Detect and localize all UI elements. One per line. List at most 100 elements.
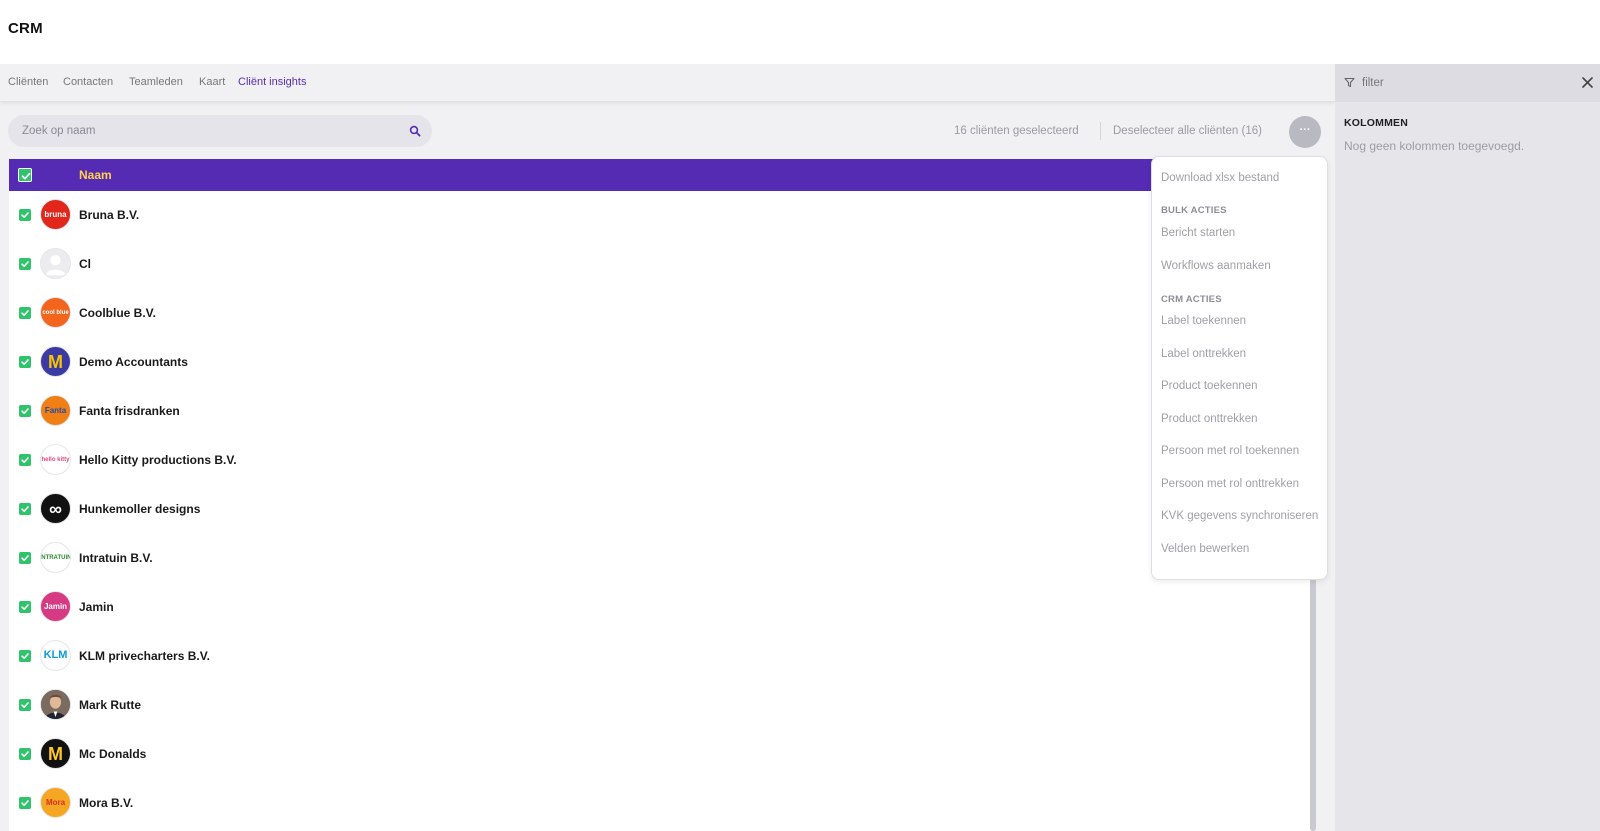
row-checkbox[interactable] [19,650,31,662]
columns-empty-text: Nog geen kolommen toegevoegd. [1344,139,1525,153]
avatar-logo-text: Jamin [43,601,68,611]
row-checkbox[interactable] [19,699,31,711]
tab-kaart[interactable]: Kaart [199,76,225,88]
menu-item-workflows-aanmaken[interactable]: Workflows aanmaken [1161,260,1271,272]
actions-dropdown: Download xlsx bestand BULK ACTIES Berich… [1151,156,1328,580]
tab-bar: Cliënten Contacten Teamleden Kaart Cliën… [0,64,1335,102]
table-row[interactable]: Mora Mora B.V. [9,779,1311,827]
avatar-logo-text: Fanta [44,405,67,415]
check-icon [21,408,29,414]
client-name[interactable]: Mora B.V. [79,796,133,810]
table-row[interactable]: bruna Bruna B.V. [9,191,1311,239]
menu-item-bericht-starten[interactable]: Bericht starten [1161,227,1235,239]
check-icon [21,800,29,806]
client-name[interactable]: Mc Donalds [79,747,146,761]
check-icon [21,359,29,365]
search-input[interactable] [22,115,392,147]
filter-bar: filter [1335,64,1600,102]
table-row[interactable]: M Mc Donalds [9,730,1311,778]
avatar-logo-text: cool blue [42,309,69,316]
row-checkbox[interactable] [19,748,31,760]
columns-title: KOLOMMEN [1344,117,1409,129]
table-row[interactable]: Fanta Fanta frisdranken [9,387,1311,435]
main-content: Cliënten Contacten Teamleden Kaart Cliën… [0,64,1335,831]
check-icon [21,751,29,757]
clients-table: Naam bruna Bruna B.V. Cl cool blue Coolblue … [9,159,1311,831]
check-icon [21,653,29,659]
check-icon [21,261,29,267]
avatar-logo-text: ∞ [49,498,62,519]
avatar-logo-text: M [48,351,63,372]
table-row[interactable]: ∞ Hunkemoller designs [9,485,1311,533]
bulk-actions-title: BULK ACTIES [1161,205,1227,216]
mcdonalds-avatar: M [40,738,71,769]
check-icon [21,604,29,610]
menu-item-persoon-rol-toekennen[interactable]: Persoon met rol toekennen [1161,445,1299,457]
avatar-logo-text: bruna [44,209,67,219]
client-name[interactable]: Jamin [79,600,114,614]
check-icon [21,555,29,561]
menu-item-product-onttrekken[interactable]: Product onttrekken [1161,413,1258,425]
menu-item-velden-bewerken[interactable]: Velden bewerken [1161,543,1249,555]
check-icon [21,457,29,463]
client-name[interactable]: KLM privecharters B.V. [79,649,210,663]
client-name[interactable]: Coolblue B.V. [79,306,156,320]
avatar-logo-text: INTRATUIN [40,554,71,561]
check-icon [21,310,29,316]
client-name[interactable]: Bruna B.V. [79,208,139,222]
menu-item-product-toekennen[interactable]: Product toekennen [1161,380,1258,392]
fanta-avatar: Fanta [40,395,71,426]
row-checkbox[interactable] [19,503,31,515]
select-all-checkbox[interactable] [18,168,32,182]
table-row[interactable]: cool blue Coolblue B.V. [9,289,1311,337]
client-name[interactable]: Hunkemoller designs [79,502,200,516]
menu-item-persoon-rol-onttrekken[interactable]: Persoon met rol onttrekken [1161,478,1299,490]
tab-client-insights[interactable]: Cliënt insights [238,76,306,88]
client-name[interactable]: Hello Kitty productions B.V. [79,453,237,467]
app-header: CRM [0,0,1600,64]
demo-accountants-avatar: M [40,346,71,377]
tab-clienten[interactable]: Cliënten [8,76,48,88]
intratuin-avatar: INTRATUIN [40,542,71,573]
deselect-all-link[interactable]: Deselecteer alle cliënten (16) [1113,125,1262,137]
client-name[interactable]: Fanta frisdranken [79,404,180,418]
column-header-naam[interactable]: Naam [79,168,112,182]
row-checkbox[interactable] [19,258,31,270]
avatar-logo-text: hello kitty [41,456,70,463]
table-row[interactable]: Mark Rutte [9,681,1311,729]
client-name[interactable]: Cl [79,257,91,271]
search-icon[interactable] [409,125,421,137]
menu-item-kvk-synchroniseren[interactable]: KVK gegevens synchroniseren [1161,510,1318,522]
table-header: Naam [9,159,1311,191]
bruna-avatar: bruna [40,199,71,230]
table-row[interactable]: INTRATUIN Intratuin B.V. [9,534,1311,582]
row-checkbox[interactable] [19,307,31,319]
row-checkbox[interactable] [19,454,31,466]
menu-item-label-toekennen[interactable]: Label toekennen [1161,315,1246,327]
coolblue-avatar: cool blue [40,297,71,328]
table-row[interactable]: KLM KLM privecharters B.V. [9,632,1311,680]
tab-teamleden[interactable]: Teamleden [129,76,183,88]
tab-contacten[interactable]: Contacten [63,76,113,88]
table-row[interactable]: Jamin Jamin [9,583,1311,631]
menu-item-label-onttrekken[interactable]: Label onttrekken [1161,348,1246,360]
row-checkbox[interactable] [19,552,31,564]
client-name[interactable]: Demo Accountants [79,355,188,369]
client-name[interactable]: Mark Rutte [79,698,141,712]
download-xlsx-item[interactable]: Download xlsx bestand [1161,172,1279,184]
avatar-logo-text: KLM [43,649,68,661]
search-bar [8,115,432,147]
row-checkbox[interactable] [19,601,31,613]
person-placeholder-avatar [40,248,71,279]
client-name[interactable]: Intratuin B.V. [79,551,153,565]
more-actions-button[interactable]: ··· [1289,116,1321,148]
table-row[interactable]: hello kitty Hello Kitty productions B.V. [9,436,1311,484]
row-checkbox[interactable] [19,797,31,809]
row-checkbox[interactable] [19,356,31,368]
table-row[interactable]: M Demo Accountants [9,338,1311,386]
table-row[interactable]: Cl [9,240,1311,288]
row-checkbox[interactable] [19,405,31,417]
row-checkbox[interactable] [19,209,31,221]
more-icon: ··· [1299,124,1311,136]
close-icon[interactable] [1581,76,1594,89]
